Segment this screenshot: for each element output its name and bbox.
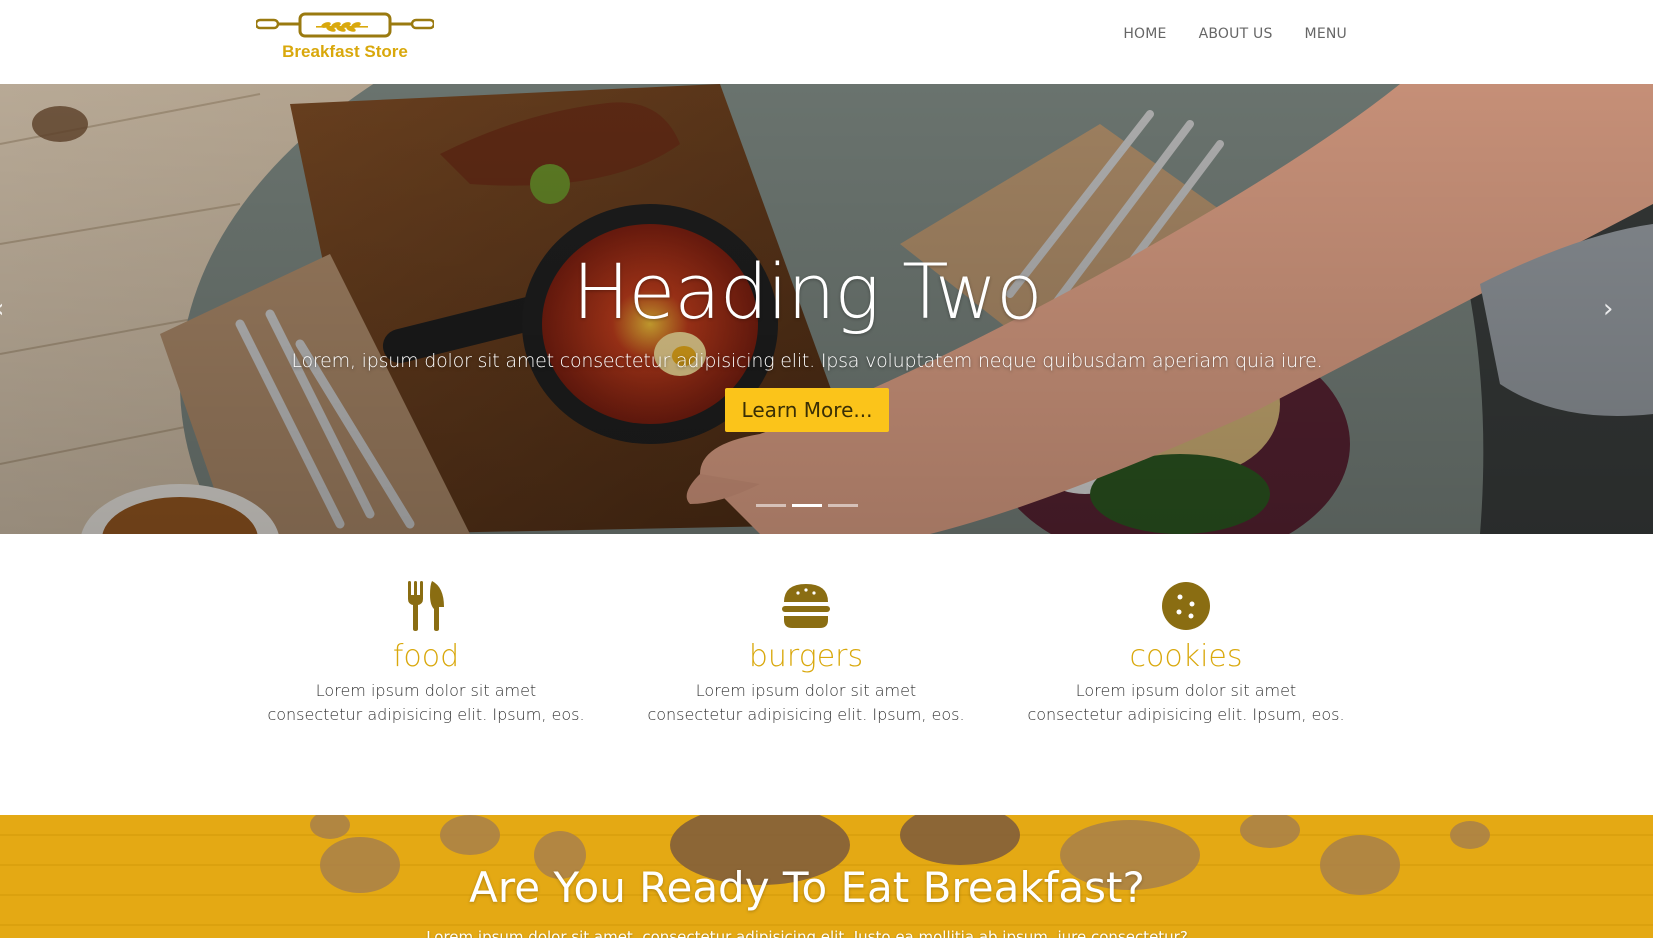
feature-cookies: cookies Lorem ipsum dolor sit amet conse… [1026, 580, 1346, 727]
hero-carousel: ‹ › Heading Two Lorem, ipsum dolor sit a… [0, 84, 1653, 534]
carousel-indicator-1[interactable] [756, 504, 786, 507]
cta-caption: Are You Ready To Eat Breakfast? Lorem ip… [0, 863, 1614, 938]
cookie-icon [1026, 580, 1346, 632]
feature-burgers: burgers Lorem ipsum dolor sit amet conse… [646, 580, 966, 727]
navbar: Breakfast Store HOME ABOUT US MENU [0, 0, 1653, 84]
learn-more-button[interactable]: Learn More... [724, 388, 890, 432]
hero-subtitle: Lorem, ipsum dolor sit amet consectetur … [291, 350, 1323, 372]
feature-text: Lorem ipsum dolor sit amet consectetur a… [647, 681, 965, 724]
feature-text: Lorem ipsum dolor sit amet consectetur a… [267, 681, 585, 724]
burger-icon [646, 580, 966, 632]
cta-subtitle: Lorem ipsum dolor sit amet, consectetur … [426, 928, 1188, 938]
cta-title: Are You Ready To Eat Breakfast? [469, 863, 1145, 912]
brand-logo[interactable]: Breakfast Store [256, 12, 434, 68]
carousel-indicator-2[interactable] [792, 504, 822, 507]
cta-banner: Are You Ready To Eat Breakfast? Lorem ip… [0, 815, 1653, 938]
brand-name: Breakfast Store [282, 42, 408, 61]
carousel-indicators [756, 504, 858, 507]
hero-title: Heading Two [572, 247, 1042, 336]
feature-title: burgers [748, 639, 864, 674]
features-section: food Lorem ipsum dolor sit amet consecte… [0, 534, 1653, 815]
main-nav: HOME ABOUT US MENU [1123, 26, 1347, 42]
carousel-indicator-3[interactable] [828, 504, 858, 507]
rolling-pin-wheat-icon [256, 12, 434, 38]
nav-menu[interactable]: MENU [1305, 26, 1347, 42]
feature-title: cookies [1129, 639, 1243, 674]
utensils-icon [266, 580, 586, 632]
feature-title: food [392, 639, 460, 674]
hero-caption: Heading Two Lorem, ipsum dolor sit amet … [0, 254, 1614, 432]
feature-food: food Lorem ipsum dolor sit amet consecte… [266, 580, 586, 727]
nav-about-us[interactable]: ABOUT US [1199, 26, 1273, 42]
feature-text: Lorem ipsum dolor sit amet consectetur a… [1027, 681, 1345, 724]
nav-home[interactable]: HOME [1123, 26, 1166, 42]
